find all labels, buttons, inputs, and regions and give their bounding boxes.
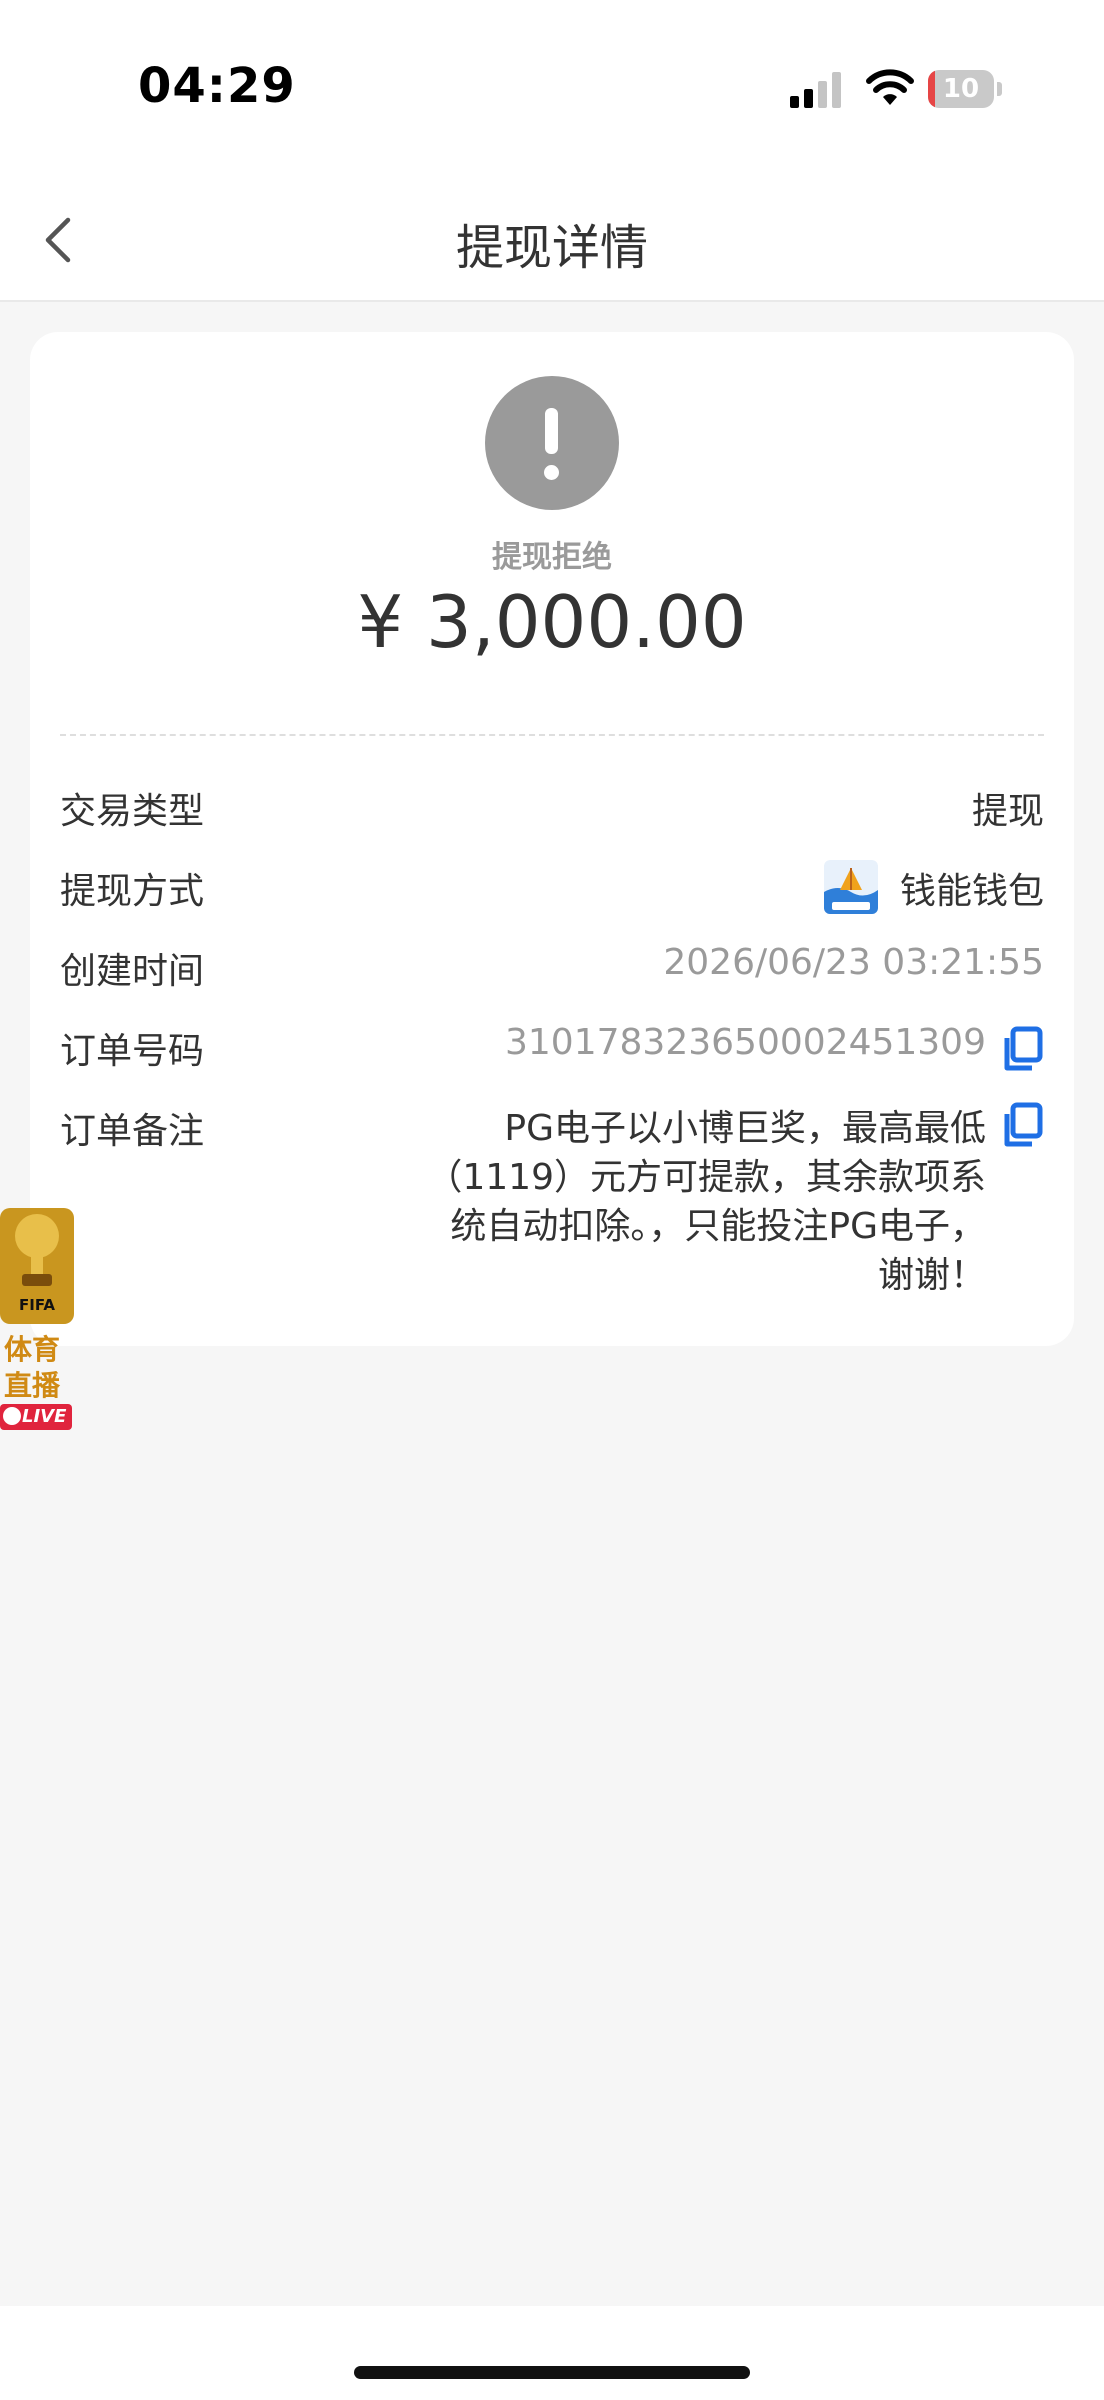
bottom-safe-area bbox=[0, 2306, 1104, 2400]
cellular-signal-icon bbox=[790, 72, 841, 108]
status-time: 04:29 bbox=[138, 58, 296, 114]
created-label: 创建时间 bbox=[60, 951, 205, 992]
fifa-text: FIFA bbox=[19, 1296, 55, 1314]
created-value: 2026/06/23 03:21:55 bbox=[663, 942, 1044, 983]
wallet-app-icon bbox=[824, 860, 878, 914]
wifi-icon bbox=[866, 69, 914, 105]
remark-label: 订单备注 bbox=[60, 1111, 205, 1152]
status-bar: 04:29 10 bbox=[0, 0, 1104, 180]
battery-level: 10 bbox=[942, 74, 980, 104]
order-number: 310178323650002451309 bbox=[505, 1022, 986, 1063]
withdraw-detail-card: 提现拒绝 ¥ 3,000.00 交易类型 提现 提现方式 钱能钱包 创建时间 2… bbox=[30, 332, 1074, 1346]
live-text: LIVE bbox=[22, 1406, 67, 1427]
remark-value: PG电子以小博巨奖，最高最低（1119）元方可提款，其余款项系统自动扣除。，只能… bbox=[426, 1108, 986, 1296]
play-icon bbox=[3, 1407, 21, 1425]
type-label: 交易类型 bbox=[60, 791, 205, 832]
dashed-divider bbox=[60, 734, 1044, 736]
home-indicator[interactable] bbox=[354, 2366, 750, 2379]
method-label: 提现方式 bbox=[60, 871, 205, 912]
badge-line2: 直播 bbox=[4, 1369, 61, 1402]
status-text: 提现拒绝 bbox=[492, 540, 612, 575]
copy-remark-icon[interactable] bbox=[1002, 1102, 1044, 1148]
nav-header: 提现详情 bbox=[0, 180, 1104, 302]
sports-live-floating-badge[interactable]: FIFA 体育 直播 LIVE bbox=[0, 1208, 76, 1432]
live-tag: LIVE bbox=[0, 1404, 72, 1430]
amount: ¥ 3,000.00 bbox=[357, 580, 747, 664]
page-title: 提现详情 bbox=[455, 220, 648, 276]
order-label: 订单号码 bbox=[60, 1031, 205, 1072]
copy-order-number-icon[interactable] bbox=[1002, 1026, 1044, 1072]
type-value: 提现 bbox=[971, 791, 1044, 832]
badge-line1: 体育 bbox=[4, 1333, 61, 1366]
battery-indicator: 10 bbox=[928, 70, 1004, 110]
exclamation-icon bbox=[485, 376, 619, 510]
method-value: 钱能钱包 bbox=[899, 871, 1044, 912]
